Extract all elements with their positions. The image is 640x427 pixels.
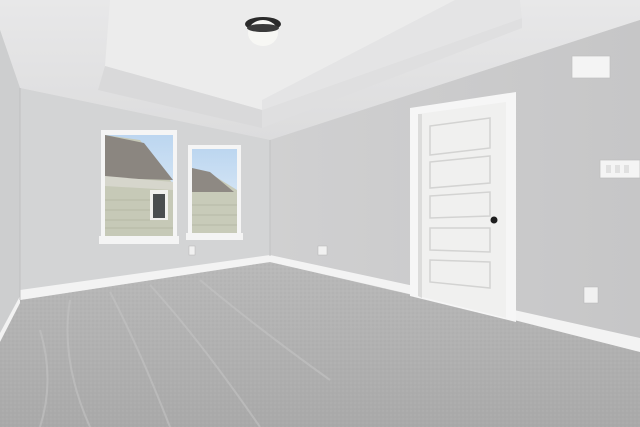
window-left	[99, 130, 179, 244]
paneled-door	[410, 92, 516, 322]
door-knob	[490, 216, 498, 224]
thermostat	[571, 55, 611, 79]
wall-outlet	[583, 286, 599, 304]
wall-outlet	[317, 245, 328, 256]
wall-outlet	[188, 245, 196, 256]
room-photo	[0, 0, 640, 427]
light-switch	[599, 159, 640, 179]
window-right	[186, 145, 243, 240]
